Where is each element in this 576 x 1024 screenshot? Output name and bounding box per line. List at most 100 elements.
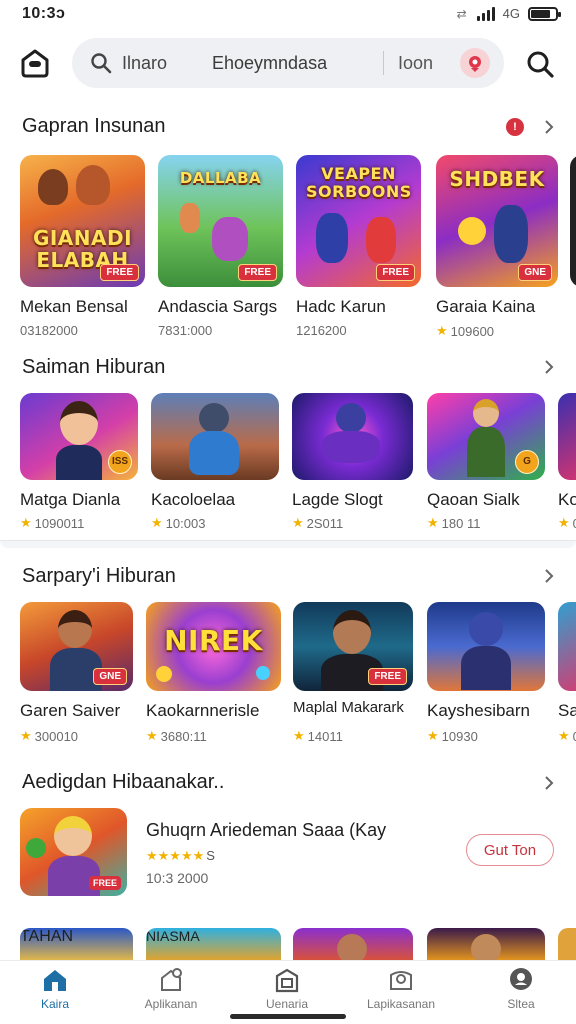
chevron-right-icon[interactable] (542, 776, 556, 790)
thumbnail-art-text: SHDBEK (449, 167, 545, 191)
app-name: Sa (558, 701, 576, 720)
nav-label: Lapikasanan (366, 997, 436, 1011)
profile-icon (510, 968, 532, 990)
app-thumbnail[interactable] (427, 602, 545, 691)
app-meta-text: 3680:11 (160, 728, 207, 744)
section-title: Aedigdan Hibaanakar.. (22, 771, 225, 793)
app-thumbnail[interactable]: DALLABA FREE (158, 155, 283, 287)
play-store-screen: 10:3ↄ ⇄ 4G Ilnaro Ehoeymndasa Ioon Gapra… (0, 0, 576, 1024)
section-title: Saiman Hiburan (22, 356, 166, 378)
thumbnail-tag: GNE (93, 668, 127, 685)
app-thumbnail[interactable]: GIANADI ELABAH FREE (20, 155, 145, 287)
app-meta: 7831:000 (158, 323, 212, 338)
app-thumbnail[interactable] (570, 155, 576, 287)
nav-label: Kaira (40, 997, 69, 1011)
nav-item-games[interactable]: Uenaria (232, 967, 342, 1017)
games-icon (275, 968, 299, 993)
app-meta-text: 10930 (441, 728, 478, 744)
featured-app-meta: 10:3 2000 (146, 870, 209, 886)
app-meta: ★ 14011 (293, 728, 343, 744)
search-query[interactable]: Ilnaro (122, 53, 212, 74)
thumbnail-tag: G (515, 450, 539, 474)
app-meta-text: 1216200 (296, 323, 347, 338)
star-icon: ★ (427, 728, 439, 743)
thumbnail-art-text: NIREK (164, 624, 263, 657)
app-row: ISS Matga Dianla ★ 1090011 Kacoloelaa ★ 10… (0, 393, 576, 538)
thumbnail-tag: FREE (88, 876, 121, 890)
nav-label: Uenaria (265, 997, 309, 1011)
app-thumbnail[interactable]: TAHAN (20, 928, 133, 964)
app-thumbnail[interactable] (293, 928, 413, 964)
home-indicator[interactable] (230, 1014, 346, 1019)
app-thumbnail[interactable] (427, 928, 545, 964)
data-saver-icon: ⇄ (456, 6, 467, 21)
app-thumbnail[interactable]: NIREK (146, 602, 281, 691)
app-thumbnail[interactable]: NIASMA (146, 928, 281, 964)
app-meta-text: 7831:000 (158, 323, 213, 338)
featured-app-thumbnail[interactable]: FREE (20, 808, 127, 896)
star-icon: ★ (146, 728, 158, 743)
app-meta-text: 1090011 (34, 515, 85, 531)
app-meta-text: 109600 (450, 323, 495, 339)
app-meta-text: 0 (573, 729, 576, 744)
app-name: Matga Dianla (20, 490, 121, 509)
star-icon: ★ (293, 728, 305, 743)
rating-value: S (206, 848, 215, 863)
app-logo-icon[interactable] (18, 46, 52, 80)
star-icon: ★ (558, 728, 570, 743)
section-divider (0, 540, 576, 548)
app-thumbnail[interactable]: FREE (293, 602, 413, 691)
battery-icon (528, 6, 561, 21)
app-thumbnail[interactable]: ISS (20, 393, 138, 480)
home-icon (44, 970, 66, 991)
app-meta: ★ 180 11 (427, 515, 480, 531)
app-name: Kacoloelaa (151, 490, 236, 509)
star-icon: ★ (436, 323, 448, 338)
library-icon (390, 971, 412, 990)
app-thumbnail[interactable]: G (427, 393, 545, 480)
app-meta: 1216200 (296, 323, 347, 338)
get-app-button[interactable]: Gut Ton (466, 834, 554, 866)
nav-item-apps[interactable]: Aplikanan (116, 967, 226, 1017)
app-name: Mekan Bensal (20, 297, 128, 316)
thumbnail-art-text: NIASMA (146, 928, 200, 944)
search-button-icon[interactable] (524, 48, 556, 80)
app-thumbnail-partial[interactable] (558, 928, 576, 964)
chevron-right-icon[interactable] (542, 120, 556, 134)
search-filter-label[interactable]: Ioon (398, 53, 460, 74)
nav-item-profile[interactable]: Sltea (466, 967, 576, 1017)
nav-item-home[interactable]: Kaira (0, 967, 110, 1017)
chevron-right-icon[interactable] (542, 569, 556, 583)
app-meta: ★0 (558, 728, 576, 744)
mic-icon (469, 56, 481, 72)
app-thumbnail[interactable] (558, 393, 576, 480)
voice-search-button[interactable] (460, 48, 490, 78)
thumbnail-tag: GNE (518, 264, 552, 281)
thumbnail-tag: FREE (238, 264, 277, 281)
app-row: GIANADI ELABAH FREE Mekan Bensal 0318200… (0, 155, 576, 355)
battery-fill (531, 9, 550, 18)
search-bar[interactable]: Ilnaro Ehoeymndasa Ioon (72, 38, 504, 88)
app-name: Ko (558, 490, 576, 509)
app-thumbnail[interactable]: SHDBEK GNE (436, 155, 558, 287)
app-row-partial: TAHAN NIASMA (0, 928, 576, 964)
search-icon (91, 53, 112, 74)
chevron-right-icon[interactable] (542, 360, 556, 374)
app-thumbnail[interactable]: VEAPEN SORBOONS FREE (296, 155, 421, 287)
app-meta: ★0 (558, 515, 576, 531)
app-thumbnail[interactable] (558, 602, 576, 691)
app-thumbnail[interactable]: GNE (20, 602, 133, 691)
nav-item-library[interactable]: Lapikasanan (346, 967, 456, 1017)
section-title: Gapran Insunan (22, 115, 166, 137)
status-bar: 10:3ↄ ⇄ 4G (0, 0, 576, 30)
app-thumbnail[interactable] (292, 393, 413, 480)
app-meta-text: 0 (573, 516, 576, 531)
thumbnail-tag: FREE (100, 264, 139, 281)
search-placeholder[interactable]: Ehoeymndasa (212, 53, 369, 74)
app-thumbnail[interactable] (151, 393, 279, 480)
search-divider (383, 51, 384, 75)
app-meta-text: 10:003 (165, 515, 206, 531)
featured-app-title: Ghuqrn Ariedeman Saaa (Kay (146, 820, 387, 840)
featured-app-rating: ★★★★★ S (146, 848, 215, 864)
app-meta: ★ 1090011 (20, 515, 84, 531)
